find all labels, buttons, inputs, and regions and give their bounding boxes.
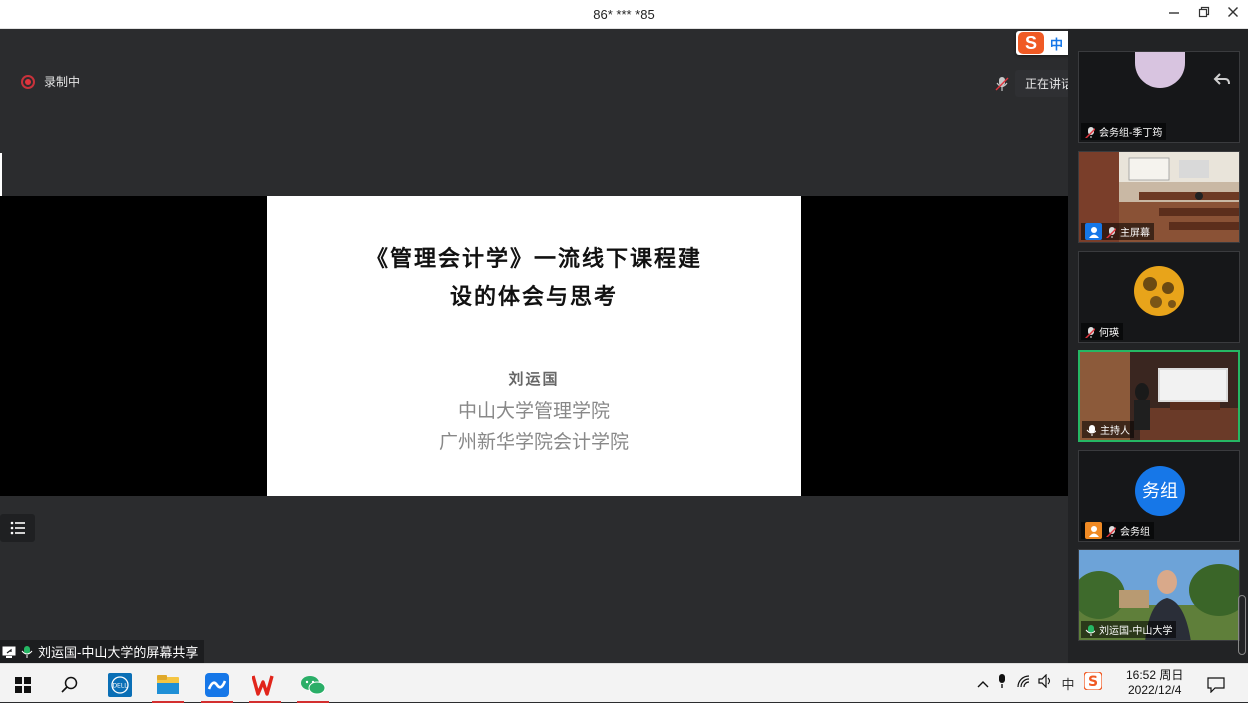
- participant-name: 主持人: [1100, 426, 1130, 437]
- sidebar-scrollbar[interactable]: [1238, 595, 1246, 655]
- participant-name: 会务组: [1120, 527, 1150, 538]
- tray-mic[interactable]: [991, 673, 1013, 694]
- muted-mic-icon: [1085, 126, 1095, 138]
- clock-date: 2022/12/4: [1127, 683, 1182, 697]
- muted-mic-icon: [995, 76, 1009, 91]
- slide-institution-2: 广州新华学院会计学院: [438, 431, 629, 453]
- system-tray: 中 S: [975, 664, 1107, 703]
- mic-on-icon: [21, 645, 33, 658]
- screen-share-icon: [2, 646, 16, 658]
- system-clock[interactable]: 16:52 周日 2022/12/4: [1126, 668, 1183, 698]
- taskbar-file-explorer[interactable]: [148, 667, 188, 703]
- window-title: 86* *** *85: [593, 7, 655, 22]
- tray-sogou[interactable]: S: [1079, 671, 1107, 695]
- participant-tile[interactable]: 何瑛: [1078, 251, 1240, 343]
- dell-icon: DELL: [108, 673, 132, 697]
- notification-icon: [1207, 677, 1225, 693]
- windows-logo-icon: [15, 677, 31, 693]
- muted-mic-icon: [1106, 226, 1116, 238]
- search-button[interactable]: [50, 667, 90, 703]
- participant-name: 会务组-季丁筠: [1099, 128, 1163, 139]
- participant-name: 刘运国-中山大学: [1099, 626, 1173, 637]
- recording-label: 录制中: [44, 75, 81, 89]
- participant-label: 刘运国-中山大学: [1081, 621, 1177, 638]
- clock-time: 16:52 周日: [1126, 668, 1184, 682]
- tray-network[interactable]: [1013, 674, 1035, 693]
- taskbar-tencent-meeting[interactable]: [197, 667, 237, 703]
- participant-label: 主持人: [1082, 421, 1134, 438]
- collapse-arrow-icon[interactable]: [1213, 72, 1231, 91]
- screen-share-label: 刘运国-中山大学的屏幕共享: [38, 645, 199, 660]
- folder-icon: [157, 675, 179, 694]
- participant-tile[interactable]: 务组 会务组: [1078, 450, 1240, 542]
- close-icon: [1228, 7, 1238, 17]
- taskbar-wechat[interactable]: [293, 667, 333, 703]
- tencent-meeting-icon: [205, 673, 229, 697]
- slide-institution-1: 中山大学管理学院: [457, 400, 610, 422]
- screen-share-indicator[interactable]: 刘运国-中山大学的屏幕共享: [0, 640, 205, 663]
- participant-avatar: 务组: [1135, 466, 1185, 516]
- wifi-icon: [1017, 675, 1030, 688]
- notification-center-button[interactable]: [1196, 667, 1236, 703]
- participant-label: 会务组-季丁筠: [1081, 123, 1167, 140]
- participant-label: 主屏幕: [1081, 223, 1154, 240]
- mic-on-icon: [1086, 424, 1096, 436]
- participant-tile[interactable]: 刘运国-中山大学: [1078, 549, 1240, 641]
- shared-screen-stage: 录制中 《管理会计学》一流线下课程建 设的体会与思考 刘运国 中山大学管理学院 …: [0, 29, 1213, 663]
- slide-title: 《管理会计学》一流线下课程建 设的体会与思考: [297, 240, 771, 316]
- person-icon: [1085, 522, 1102, 539]
- taskbar-wps[interactable]: [245, 667, 285, 703]
- participant-name: 何瑛: [1099, 328, 1119, 339]
- ime-language-toggle[interactable]: 中: [1050, 34, 1063, 53]
- microphone-icon: [999, 674, 1005, 688]
- svg-text:DELL: DELL: [112, 683, 128, 690]
- participant-label: 何瑛: [1081, 323, 1123, 340]
- svg-text:S: S: [1088, 674, 1098, 690]
- search-icon: [61, 676, 78, 693]
- close-button[interactable]: [1221, 4, 1245, 24]
- windows-taskbar: DELL 中 S 16:52 周日 2022/12/4: [0, 663, 1248, 703]
- minimize-button[interactable]: [1162, 4, 1186, 24]
- mic-on-icon: [1085, 624, 1095, 636]
- wechat-icon: [301, 676, 326, 695]
- taskbar-dell-app[interactable]: DELL: [100, 667, 140, 703]
- slide-author: 刘运国: [508, 370, 560, 388]
- chevron-up-icon: [977, 680, 989, 687]
- slide-title-line1: 《管理会计学》一流线下课程建: [365, 246, 702, 272]
- tray-volume[interactable]: [1035, 673, 1057, 693]
- restore-icon: [1198, 6, 1210, 18]
- presentation-slide: 《管理会计学》一流线下课程建 设的体会与思考 刘运国 中山大学管理学院 广州新华…: [267, 196, 801, 496]
- recording-indicator[interactable]: 录制中: [21, 73, 80, 90]
- participant-tile-active[interactable]: 主持人: [1078, 350, 1240, 442]
- tray-ime-indicator[interactable]: 中: [1057, 674, 1079, 693]
- sogou-logo-icon[interactable]: S: [1018, 32, 1044, 54]
- record-icon: [21, 74, 35, 89]
- participant-label: 会务组: [1081, 522, 1154, 539]
- participant-avatar: [1135, 52, 1185, 88]
- participant-tile[interactable]: 主屏幕: [1078, 151, 1240, 243]
- restore-button[interactable]: [1192, 4, 1216, 24]
- participant-sidebar: 会务组-季丁筠 主屏幕 何瑛 主持人 务组 会务组 刘运国-中山大学: [1068, 29, 1248, 663]
- participant-name: 主屏幕: [1120, 228, 1150, 239]
- list-icon: [10, 521, 25, 535]
- slide-title-line2: 设的体会与思考: [449, 284, 618, 310]
- speaker-icon: [1038, 673, 1051, 689]
- muted-mic-icon: [1106, 525, 1116, 537]
- sunflower-avatar: [1134, 266, 1184, 316]
- wps-icon: [252, 675, 274, 696]
- person-icon: [1085, 223, 1102, 240]
- start-button[interactable]: [3, 667, 43, 703]
- sogou-icon: S: [1083, 671, 1103, 691]
- muted-mic-icon: [1085, 326, 1095, 338]
- minimize-icon: [1169, 12, 1179, 14]
- window-titlebar: 86* *** *85: [0, 0, 1248, 29]
- list-menu-button[interactable]: [0, 514, 35, 542]
- show-hidden-icons-button[interactable]: [975, 675, 991, 693]
- participant-tile[interactable]: 会务组-季丁筠: [1078, 51, 1240, 143]
